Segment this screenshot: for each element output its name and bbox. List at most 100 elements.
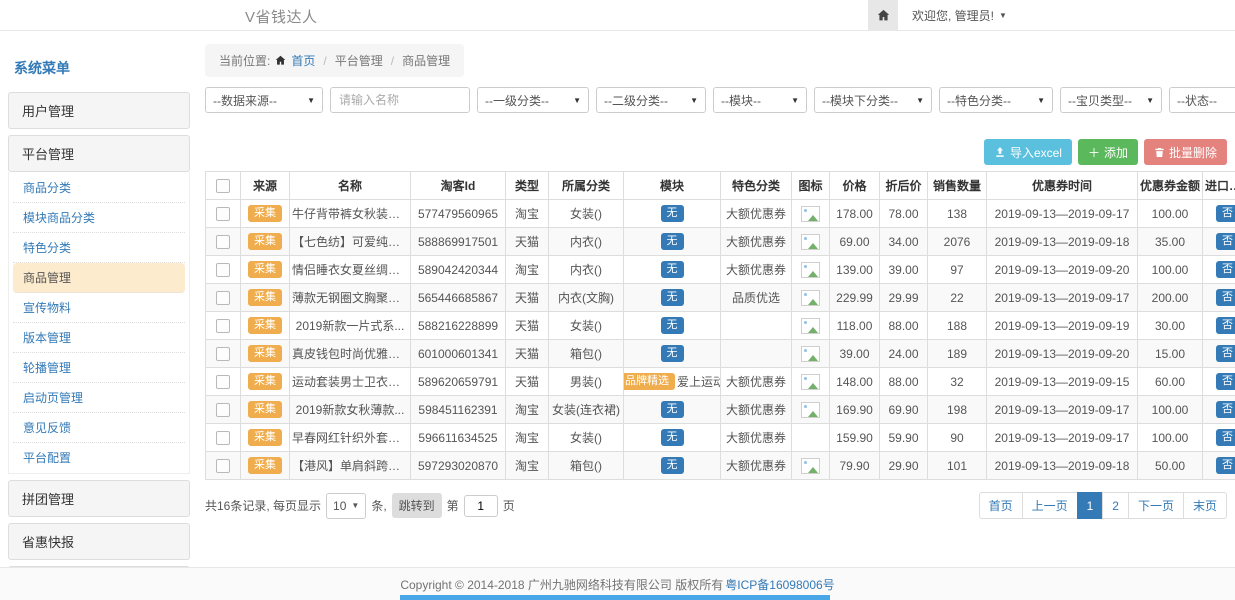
product-thumbnail-icon <box>801 234 820 250</box>
module-wrap: 无 <box>626 401 718 418</box>
sidebar-item[interactable]: 宣传物料 <box>13 293 185 323</box>
price-cell: 159.90 <box>830 424 880 452</box>
sidebar-item[interactable]: 商品分类 <box>13 173 185 203</box>
category-cell: 内衣() <box>549 228 624 256</box>
table-row: 采集【港风】单肩斜跨链条...597293020870淘宝箱包()无大额优惠券7… <box>206 452 1235 480</box>
sidebar-group[interactable]: 用户管理 <box>8 92 190 129</box>
pagination-bar: 共16条记录, 每页显示 10 ▼ 条, 跳转到 第 页 首页上一页12下一页末… <box>205 492 1227 519</box>
module-cell: 品牌精选爱上运动 <box>624 368 721 396</box>
row-checkbox[interactable] <box>216 375 230 389</box>
imported-cell: 否 <box>1203 424 1235 452</box>
page-button[interactable]: 上一页 <box>1022 492 1078 519</box>
imported-toggle[interactable]: 否 <box>1216 289 1235 306</box>
row-checkbox[interactable] <box>216 263 230 277</box>
jump-button[interactable]: 跳转到 <box>392 493 442 518</box>
filter-select[interactable]: --宝贝类型--▼ <box>1060 87 1162 113</box>
upload-icon <box>994 146 1006 158</box>
jump-prefix: 第 <box>447 497 459 514</box>
sidebar-item[interactable]: 启动页管理 <box>13 383 185 413</box>
filter-select[interactable]: --模块下分类--▼ <box>814 87 932 113</box>
imported-toggle[interactable]: 否 <box>1216 373 1235 390</box>
taoke-id-cell: 588869917501 <box>411 228 506 256</box>
row-checkbox[interactable] <box>216 459 230 473</box>
user-menu[interactable]: 欢迎您, 管理员! ▼ <box>912 7 1007 24</box>
column-header: 销售数量 <box>928 172 987 200</box>
add-button[interactable]: ＋ 添加 <box>1078 139 1138 165</box>
page-button[interactable]: 首页 <box>979 492 1023 519</box>
filter-select[interactable]: --二级分类--▼ <box>596 87 706 113</box>
source-badge: 采集 <box>248 429 282 446</box>
imported-toggle[interactable]: 否 <box>1216 261 1235 278</box>
page-button[interactable]: 末页 <box>1183 492 1227 519</box>
page-number-input[interactable] <box>464 495 498 517</box>
sidebar-group[interactable]: 平台管理 <box>8 135 190 172</box>
select-all-checkbox[interactable] <box>216 179 230 193</box>
discount-price-cell: 39.00 <box>880 256 928 284</box>
feature-category-cell: 大额优惠券 <box>721 368 792 396</box>
product-thumbnail-icon <box>801 206 820 222</box>
imported-toggle[interactable]: 否 <box>1216 429 1235 446</box>
sidebar-group[interactable]: 省惠快报 <box>8 523 190 560</box>
sidebar-item[interactable]: 意见反馈 <box>13 413 185 443</box>
sidebar-item[interactable]: 特色分类 <box>13 233 185 263</box>
taoke-id-cell: 598451162391 <box>411 396 506 424</box>
table-row: 采集2019新款一片式系...588216228899天猫女装()无118.00… <box>206 312 1235 340</box>
imported-toggle[interactable]: 否 <box>1216 233 1235 250</box>
page-button[interactable]: 2 <box>1102 492 1129 519</box>
page-button[interactable]: 下一页 <box>1128 492 1184 519</box>
imported-toggle[interactable]: 否 <box>1216 317 1235 334</box>
batch-delete-button[interactable]: 批量删除 <box>1144 139 1227 165</box>
category-cell: 女装(连衣裙) <box>549 396 624 424</box>
row-checkbox[interactable] <box>216 291 230 305</box>
icon-cell <box>792 256 830 284</box>
home-icon[interactable] <box>868 0 898 30</box>
sidebar-item[interactable]: 模块商品分类 <box>13 203 185 233</box>
source-badge: 采集 <box>248 317 282 334</box>
row-checkbox[interactable] <box>216 431 230 445</box>
sidebar-item[interactable]: 平台配置 <box>13 443 185 472</box>
welcome-text: 欢迎您, 管理员! <box>912 7 994 24</box>
filter-select[interactable]: --状态--▼ <box>1169 87 1235 113</box>
module-wrap: 无 <box>626 261 718 278</box>
coupon-amount-cell: 50.00 <box>1138 452 1203 480</box>
sales-cell: 198 <box>928 396 987 424</box>
imported-toggle[interactable]: 否 <box>1216 345 1235 362</box>
sidebar-item[interactable]: 版本管理 <box>13 323 185 353</box>
table-row: 采集【七色纺】可爱纯棉家...588869917501天猫内衣()无大额优惠券6… <box>206 228 1235 256</box>
sidebar-item[interactable]: 轮播管理 <box>13 353 185 383</box>
filter-select-label: --特色分类-- <box>947 92 1011 109</box>
imported-toggle[interactable]: 否 <box>1216 205 1235 222</box>
discount-price-cell: 88.00 <box>880 368 928 396</box>
per-page-select[interactable]: 10 ▼ <box>326 493 366 519</box>
product-name-cell: 2019新款一片式系... <box>290 312 411 340</box>
product-thumbnail-icon <box>801 458 820 474</box>
row-checkbox[interactable] <box>216 403 230 417</box>
row-checkbox[interactable] <box>216 207 230 221</box>
icp-link[interactable]: 粤ICP备16098006号 <box>725 576 834 593</box>
category-cell: 箱包() <box>549 340 624 368</box>
product-thumbnail-icon <box>801 318 820 334</box>
filter-select[interactable]: --数据来源--▼ <box>205 87 323 113</box>
row-checkbox[interactable] <box>216 319 230 333</box>
sidebar-item[interactable]: 商品管理 <box>13 263 185 293</box>
row-checkbox[interactable] <box>216 235 230 249</box>
row-checkbox-cell <box>206 312 241 340</box>
name-search-input[interactable] <box>330 87 470 113</box>
imported-toggle[interactable]: 否 <box>1216 457 1235 474</box>
product-name-cell: 早春网红针织外套女春... <box>290 424 411 452</box>
page-button[interactable]: 1 <box>1077 492 1104 519</box>
row-checkbox[interactable] <box>216 347 230 361</box>
imported-toggle[interactable]: 否 <box>1216 401 1235 418</box>
import-excel-button[interactable]: 导入excel <box>984 139 1072 165</box>
filter-select[interactable]: --特色分类--▼ <box>939 87 1053 113</box>
source-cell: 采集 <box>241 228 290 256</box>
filter-select[interactable]: --一级分类--▼ <box>477 87 589 113</box>
filter-select[interactable]: --模块--▼ <box>713 87 807 113</box>
price-cell: 69.00 <box>830 228 880 256</box>
type-cell: 淘宝 <box>506 396 549 424</box>
price-cell: 169.90 <box>830 396 880 424</box>
breadcrumb-home-link[interactable]: 首页 <box>291 52 315 69</box>
coupon-amount-cell: 30.00 <box>1138 312 1203 340</box>
column-header: 模块 <box>624 172 721 200</box>
sidebar-group[interactable]: 拼团管理 <box>8 480 190 517</box>
